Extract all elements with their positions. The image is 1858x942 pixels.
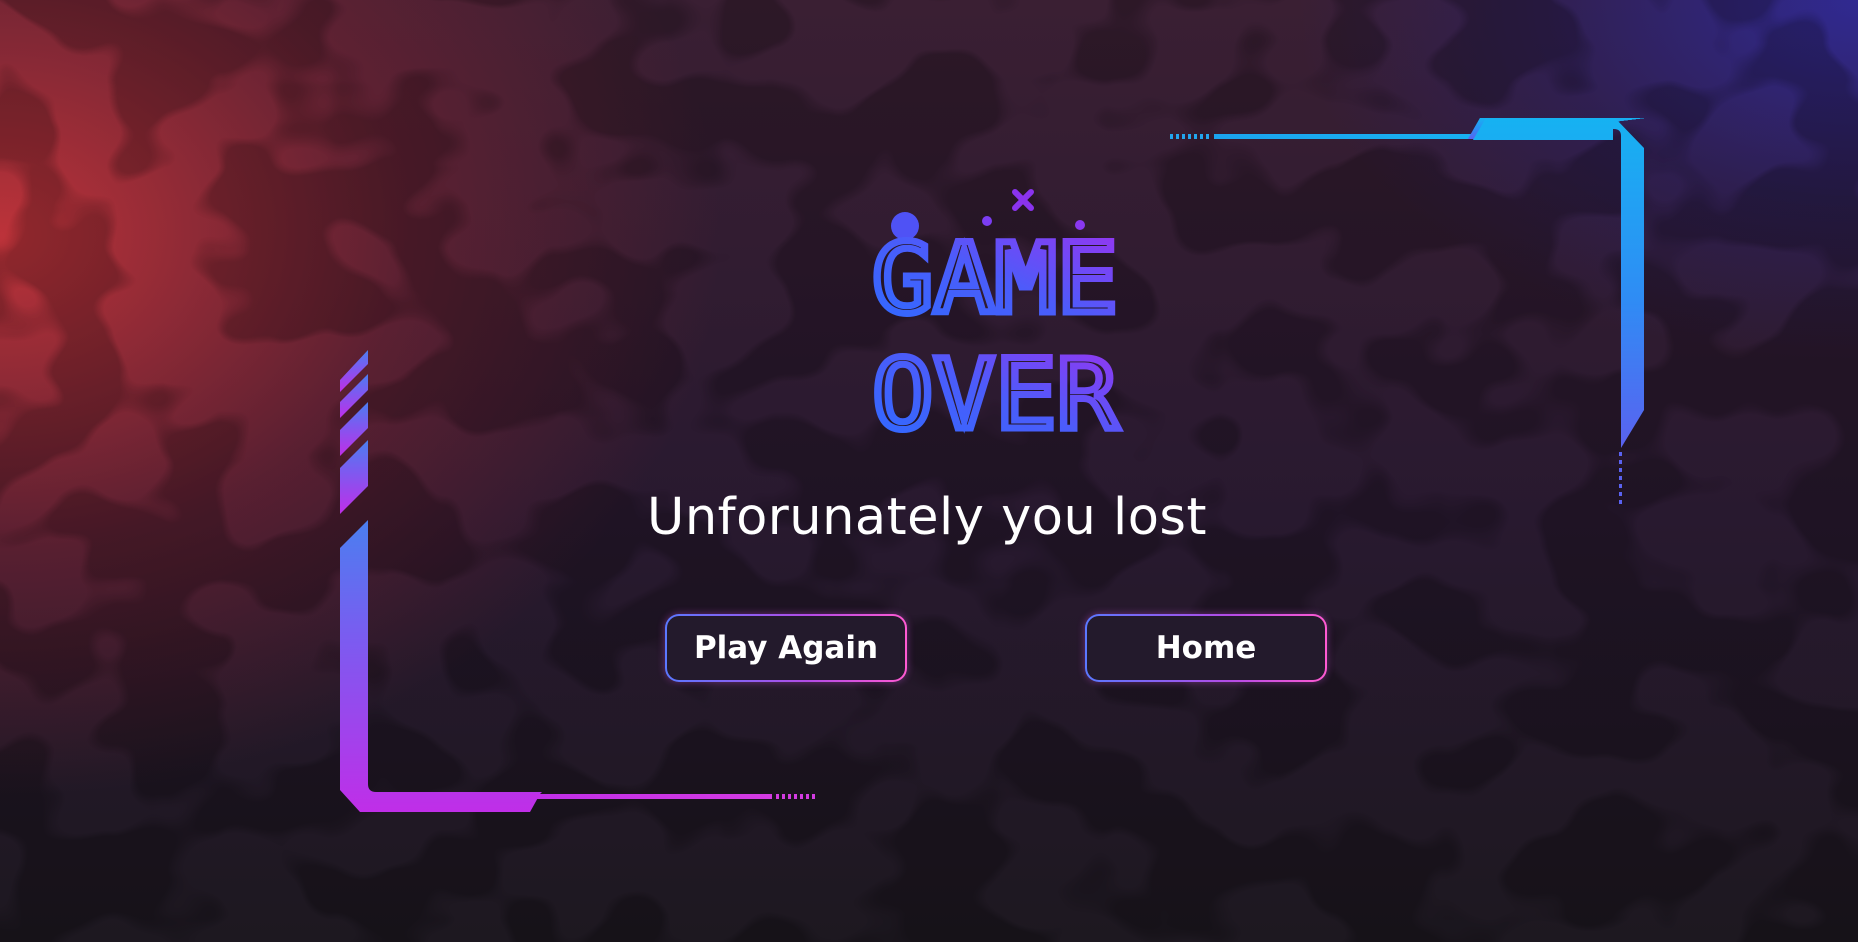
background-texture <box>0 0 1858 942</box>
logo-line-over: OVER <box>872 339 1118 440</box>
game-over-logo: GAME OVER <box>872 189 1122 440</box>
play-again-button[interactable]: Play Again <box>665 614 907 682</box>
home-label: Home <box>1087 616 1325 680</box>
play-again-label: Play Again <box>667 616 905 680</box>
result-message-text: Unforunately you lost <box>647 488 1207 547</box>
result-message: Unforunately you lost <box>0 488 1858 547</box>
logo-line-game: GAME <box>872 223 1118 335</box>
top-right-frame <box>1170 118 1645 504</box>
home-button[interactable]: Home <box>1085 614 1327 682</box>
bottom-left-frame <box>340 350 815 812</box>
cross-icon <box>1012 189 1034 211</box>
